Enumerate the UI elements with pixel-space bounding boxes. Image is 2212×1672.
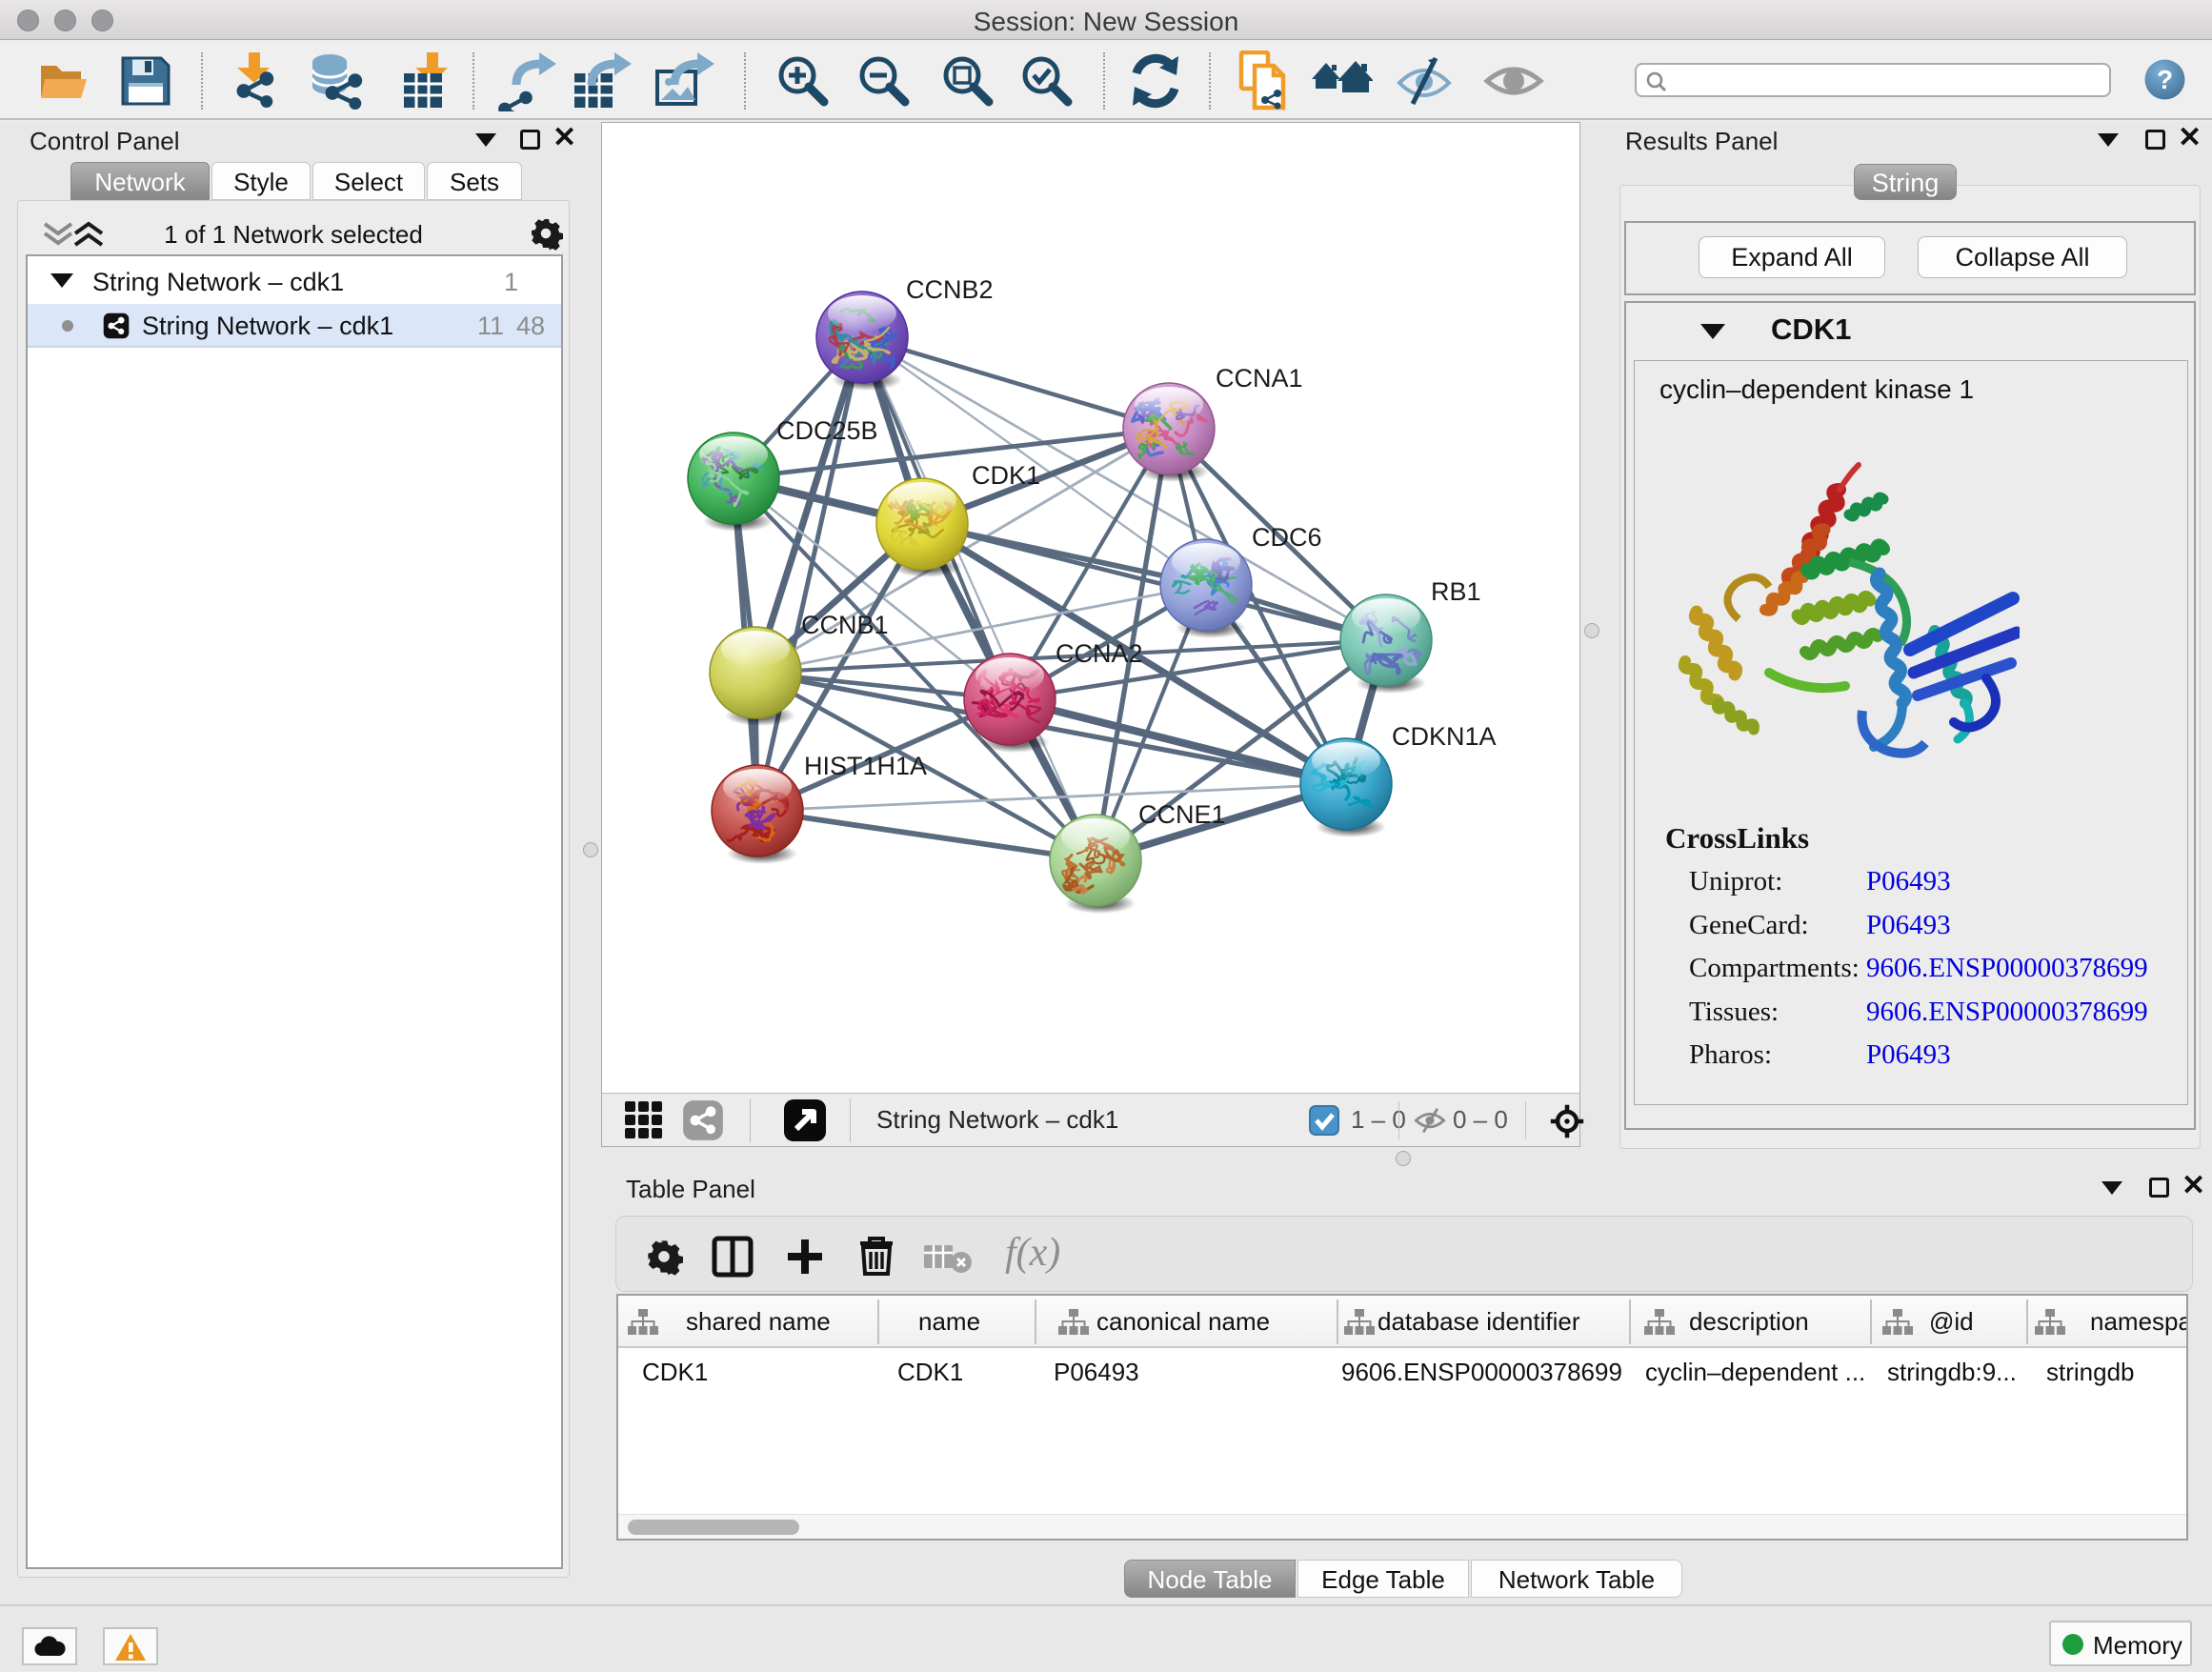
svg-text:CCNA2: CCNA2 <box>1056 639 1143 668</box>
svg-text:CDKN1A: CDKN1A <box>1392 722 1497 751</box>
svg-text:RB1: RB1 <box>1431 577 1481 606</box>
svg-text:CDC6: CDC6 <box>1252 523 1322 552</box>
svg-text:CCNE1: CCNE1 <box>1138 800 1226 829</box>
svg-text:CCNB1: CCNB1 <box>801 611 889 639</box>
svg-text:?: ? <box>2157 65 2173 94</box>
svg-text:HIST1H1A: HIST1H1A <box>804 752 927 780</box>
svg-text:CDK1: CDK1 <box>972 461 1040 490</box>
svg-text:CDC25B: CDC25B <box>776 416 878 445</box>
svg-text:CCNB2: CCNB2 <box>906 275 994 304</box>
svg-text:CCNA1: CCNA1 <box>1216 364 1303 393</box>
